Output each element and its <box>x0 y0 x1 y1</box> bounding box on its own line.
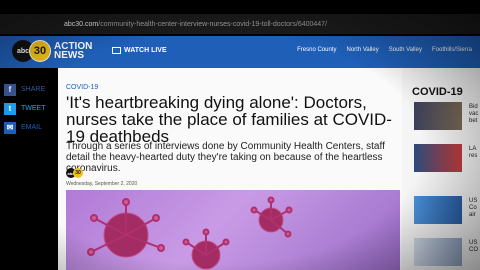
url-text[interactable]: abc30.com/community-health-center-interv… <box>64 21 327 28</box>
story-thumbnail <box>414 144 462 172</box>
logo-line-2: NEWS <box>54 50 84 61</box>
site-logo[interactable]: abc 30 ACTION NEWS <box>12 40 92 62</box>
email-icon: ✉ <box>4 121 16 134</box>
facebook-icon: f <box>4 83 16 96</box>
byline-30-icon: 30 <box>73 168 83 178</box>
watch-live-label: WATCH LIVE <box>124 47 167 54</box>
nav-item-fresno-county[interactable]: Fresno County <box>297 47 336 53</box>
sidebar-story-1[interactable]: Bid vac bet <box>414 102 480 130</box>
story-snippet: Bid vac bet <box>469 104 479 124</box>
watch-live-link[interactable]: WATCH LIVE <box>112 47 167 54</box>
article-headline: 'It's heartbreaking dying alone': Doctor… <box>66 93 392 146</box>
story-thumbnail <box>414 196 462 224</box>
nav-item-south-valley[interactable]: South Valley <box>389 47 422 53</box>
article: COVID-19 'It's heartbreaking dying alone… <box>58 68 402 270</box>
top-black-bar <box>0 0 480 14</box>
url-path: /community-health-center-interview-nurse… <box>98 20 328 28</box>
share-facebook-button[interactable]: f SHARE <box>0 80 58 99</box>
nav-item-foothills-sierra[interactable]: Foothills/Sierra <box>432 47 472 53</box>
email-label: EMAIL <box>21 124 43 131</box>
share-column: f SHARE t TWEET ✉ EMAIL <box>0 80 58 137</box>
article-category[interactable]: COVID-19 <box>66 84 98 91</box>
coronavirus-illustration <box>87 196 293 270</box>
hero-image <box>66 190 400 270</box>
sidebar-story-3[interactable]: US Co air <box>414 196 480 224</box>
sidebar-title: COVID-19 <box>412 86 463 98</box>
tv-icon <box>112 47 121 54</box>
byline-logo: abc 30 <box>66 168 83 178</box>
sidebar: COVID-19 Bid vac bet LA res US Co air US… <box>402 68 480 270</box>
tweet-label: TWEET <box>21 105 46 112</box>
sidebar-story-4[interactable]: US CO <box>414 238 480 266</box>
url-domain: abc30.com <box>64 20 99 28</box>
story-thumbnail <box>414 238 462 266</box>
story-snippet: US Co air <box>469 198 478 218</box>
sidebar-story-2[interactable]: LA res <box>414 144 480 172</box>
share-email-button[interactable]: ✉ EMAIL <box>0 118 58 137</box>
story-snippet: US CO <box>469 240 478 253</box>
screen: abc30.com/community-health-center-interv… <box>0 0 480 270</box>
twitter-icon: t <box>4 102 16 115</box>
region-nav: Fresno County North Valley South Valley … <box>297 47 472 53</box>
story-snippet: LA res <box>469 146 478 159</box>
share-label: SHARE <box>21 86 46 93</box>
article-date: Wednesday, September 2, 2020 <box>66 181 138 187</box>
article-summary: Through a series of interviews done by C… <box>66 141 385 174</box>
story-thumbnail <box>414 102 462 130</box>
browser-address-bar[interactable]: abc30.com/community-health-center-interv… <box>0 14 480 34</box>
logo-number: 30 <box>29 40 51 62</box>
share-twitter-button[interactable]: t TWEET <box>0 99 58 118</box>
logo-wordmark: ACTION NEWS <box>54 42 92 61</box>
nav-item-north-valley[interactable]: North Valley <box>346 47 378 53</box>
site-header: abc 30 ACTION NEWS WATCH LIVE Fresno Cou… <box>0 36 480 68</box>
